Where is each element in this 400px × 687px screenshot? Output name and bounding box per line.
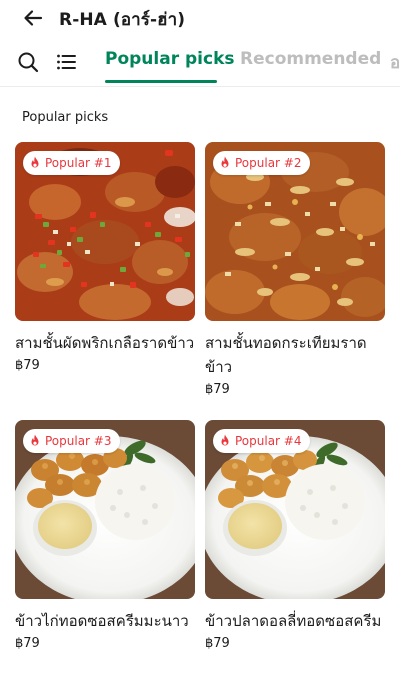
menu-item-name[interactable]: ข้าวไก่ทอดซอสครีมมะนาว bbox=[15, 609, 195, 633]
menu-item-card[interactable]: Popular #1 สามชั้นผัดพริกเกลือราดข้าว ฿7… bbox=[15, 142, 195, 373]
search-button[interactable] bbox=[15, 49, 41, 75]
list-menu-icon bbox=[57, 54, 76, 70]
back-button[interactable] bbox=[20, 5, 46, 31]
menu-item-image[interactable]: Popular #2 bbox=[205, 142, 385, 321]
divider bbox=[0, 86, 400, 87]
popular-badge: Popular #1 bbox=[23, 151, 120, 175]
badge-label: Popular #3 bbox=[45, 434, 112, 448]
menu-item-card[interactable]: Popular #2 สามชั้นทอดกระเทียมราดข้าว ฿79 bbox=[205, 142, 385, 397]
tab-next-category[interactable]: อ bbox=[390, 49, 400, 76]
active-tab-indicator bbox=[105, 80, 217, 83]
badge-label: Popular #2 bbox=[235, 156, 302, 170]
menu-item-price: ฿79 bbox=[15, 358, 40, 373]
menu-item-card[interactable]: Popular #3 ข้าวไก่ทอดซอสครีมมะนาว ฿79 bbox=[15, 420, 195, 651]
menu-item-name[interactable]: สามชั้นผัดพริกเกลือราดข้าว bbox=[15, 331, 195, 355]
menu-item-name[interactable]: ข้าวปลาดอลลี่ทอดซอสครีม bbox=[205, 609, 385, 633]
menu-item-image[interactable]: Popular #4 bbox=[205, 420, 385, 599]
menu-item-price: ฿79 bbox=[205, 382, 230, 397]
flame-icon bbox=[221, 434, 229, 446]
menu-item-name[interactable]: สามชั้นทอดกระเทียมราดข้าว bbox=[205, 331, 385, 379]
flame-icon bbox=[31, 156, 39, 168]
app-header: R-HA (อาร์-ฮ่า) bbox=[0, 0, 400, 36]
menu-item-price: ฿79 bbox=[15, 636, 40, 651]
restaurant-title: R-HA (อาร์-ฮ่า) bbox=[59, 10, 186, 30]
menu-item-price: ฿79 bbox=[205, 636, 230, 651]
category-tabbar: Popular picks Recommended อ bbox=[0, 40, 400, 84]
badge-label: Popular #1 bbox=[45, 156, 112, 170]
badge-label: Popular #4 bbox=[235, 434, 302, 448]
tab-popular-picks[interactable]: Popular picks bbox=[105, 49, 235, 69]
tab-recommended[interactable]: Recommended bbox=[240, 49, 381, 69]
popular-badge: Popular #4 bbox=[213, 429, 310, 453]
menu-item-image[interactable]: Popular #1 bbox=[15, 142, 195, 321]
popular-badge: Popular #2 bbox=[213, 151, 310, 175]
menu-item-card[interactable]: Popular #4 ข้าวปลาดอลลี่ทอดซอสครีม ฿79 bbox=[205, 420, 385, 651]
menu-item-image[interactable]: Popular #3 bbox=[15, 420, 195, 599]
arrow-left-icon bbox=[24, 10, 43, 26]
popular-badge: Popular #3 bbox=[23, 429, 120, 453]
category-list-button[interactable] bbox=[53, 49, 79, 75]
flame-icon bbox=[31, 434, 39, 446]
section-title: Popular picks bbox=[22, 110, 109, 125]
search-icon bbox=[18, 52, 39, 73]
flame-icon bbox=[221, 156, 229, 168]
